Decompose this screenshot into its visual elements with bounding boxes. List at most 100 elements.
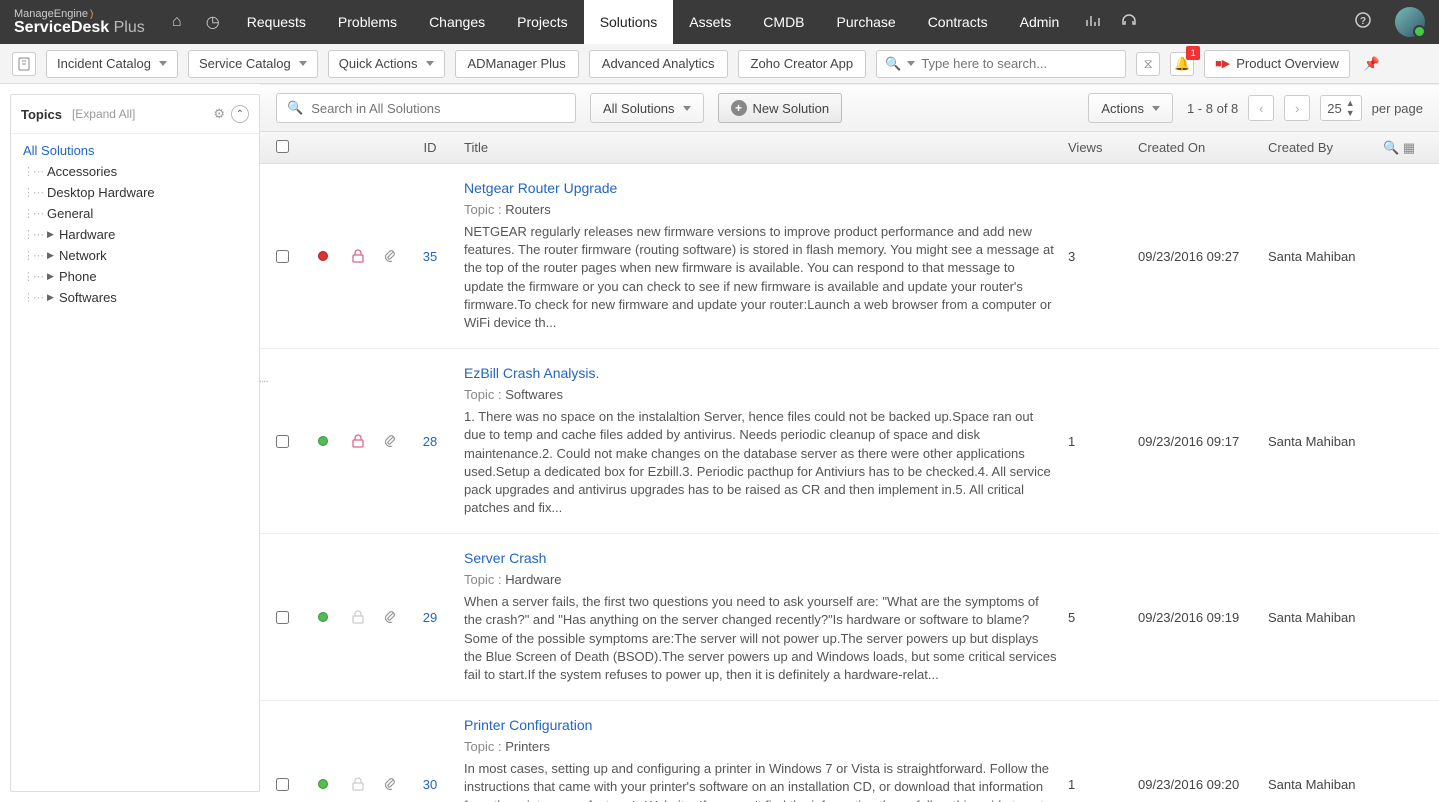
row-title-link[interactable]: EzBill Crash Analysis. xyxy=(464,365,1058,381)
col-id[interactable]: ID xyxy=(406,140,454,155)
incident-catalog-label: Incident Catalog xyxy=(57,56,151,71)
row-views: 3 xyxy=(1068,180,1138,332)
row-created-by: Santa Mahiban xyxy=(1268,180,1383,332)
topic-desktop-hardware[interactable]: ⋮⋯Desktop Hardware xyxy=(15,182,255,203)
nav-tab-changes[interactable]: Changes xyxy=(413,0,501,44)
status-dot-icon xyxy=(318,612,328,622)
zoho-creator-button[interactable]: Zoho Creator App xyxy=(738,50,867,78)
topic-hardware[interactable]: ⋮⋯▶Hardware xyxy=(15,224,255,245)
new-solution-button[interactable]: +New Solution xyxy=(718,93,843,123)
quick-actions-dropdown[interactable]: Quick Actions xyxy=(328,50,445,78)
row-views: 1 xyxy=(1068,365,1138,517)
logo-line2b: Plus xyxy=(109,19,145,36)
row-checkbox[interactable] xyxy=(276,435,289,448)
expand-all-link[interactable]: [Expand All] xyxy=(72,107,135,121)
topic-general[interactable]: ⋮⋯General xyxy=(15,203,255,224)
row-id[interactable]: 30 xyxy=(406,717,454,802)
topic-network[interactable]: ⋮⋯▶Network xyxy=(15,245,255,266)
row-id[interactable]: 35 xyxy=(406,180,454,332)
nav-tab-solutions[interactable]: Solutions xyxy=(584,0,674,44)
expand-arrow-icon: ▶ xyxy=(47,250,59,261)
row-title-link[interactable]: Netgear Router Upgrade xyxy=(464,180,1058,196)
nav-tab-purchase[interactable]: Purchase xyxy=(821,0,912,44)
lock-icon xyxy=(342,550,374,684)
topic-label: Network xyxy=(59,248,107,263)
product-overview-label: Product Overview xyxy=(1236,56,1339,71)
table-row: 30Printer ConfigurationTopic : PrintersI… xyxy=(260,701,1439,802)
recent-items-icon[interactable]: ⧖ xyxy=(1136,52,1160,76)
row-id[interactable]: 28 xyxy=(406,365,454,517)
row-title-link[interactable]: Printer Configuration xyxy=(464,717,1058,733)
row-id[interactable]: 29 xyxy=(406,550,454,684)
nav-tab-cmdb[interactable]: CMDB xyxy=(747,0,820,44)
service-catalog-dropdown[interactable]: Service Catalog xyxy=(188,50,318,78)
row-title-link[interactable]: Server Crash xyxy=(464,550,1058,566)
headset-icon[interactable] xyxy=(1111,12,1147,33)
perpage-select[interactable]: 25▲▼ xyxy=(1320,95,1361,121)
admanager-button[interactable]: ADManager Plus xyxy=(455,50,579,78)
solutions-search[interactable]: 🔍 xyxy=(276,93,576,123)
table-row: 35Netgear Router UpgradeTopic : RoutersN… xyxy=(260,164,1439,349)
column-settings-icon[interactable]: ▦ xyxy=(1403,140,1415,155)
col-title[interactable]: Title xyxy=(454,140,1068,155)
topic-softwares[interactable]: ⋮⋯▶Softwares xyxy=(15,287,255,308)
topic-all-solutions[interactable]: All Solutions xyxy=(15,140,255,161)
topic-label-prefix: Topic : xyxy=(464,739,505,754)
nav-tab-assets[interactable]: Assets xyxy=(673,0,747,44)
topic-label: Softwares xyxy=(59,290,117,305)
column-search-icon[interactable]: 🔍 xyxy=(1383,140,1399,155)
nav-tab-problems[interactable]: Problems xyxy=(322,0,413,44)
pin-icon[interactable]: 📌 xyxy=(1360,52,1384,76)
select-all-checkbox[interactable] xyxy=(276,140,289,153)
global-search[interactable]: 🔍 xyxy=(876,50,1126,78)
table-row: 28EzBill Crash Analysis.Topic : Software… xyxy=(260,349,1439,534)
product-overview-button[interactable]: ■▶ Product Overview xyxy=(1204,50,1350,78)
content-toolbar: 🔍 All Solutions +New Solution Actions 1 … xyxy=(260,84,1439,132)
filter-dropdown[interactable]: All Solutions xyxy=(590,93,704,123)
topic-phone[interactable]: ⋮⋯▶Phone xyxy=(15,266,255,287)
global-search-input[interactable] xyxy=(921,56,1117,71)
brand-logo: ManageEngine) ServiceDesk Plus xyxy=(0,9,159,36)
topic-label: All Solutions xyxy=(23,143,95,158)
tree-line-icon: ⋮⋯ xyxy=(23,165,43,178)
advanced-analytics-button[interactable]: Advanced Analytics xyxy=(589,50,728,78)
tree-line-icon: ⋮⋯ xyxy=(23,270,43,283)
topic-label: Desktop Hardware xyxy=(47,185,155,200)
row-description: In most cases, setting up and configurin… xyxy=(464,760,1058,802)
next-page-button[interactable]: › xyxy=(1284,95,1310,121)
help-icon[interactable]: ? xyxy=(1345,12,1381,33)
gear-icon[interactable]: ⚙ xyxy=(213,106,225,122)
user-avatar[interactable] xyxy=(1395,7,1425,37)
row-created-by: Santa Mahiban xyxy=(1268,717,1383,802)
prev-page-button[interactable]: ‹ xyxy=(1248,95,1274,121)
col-views[interactable]: Views xyxy=(1068,140,1138,155)
row-checkbox[interactable] xyxy=(276,778,289,791)
collapse-up-icon[interactable]: ⌃ xyxy=(231,105,249,123)
caret-down-icon xyxy=(426,61,434,66)
topic-accessories[interactable]: ⋮⋯Accessories xyxy=(15,161,255,182)
tree-line-icon: ⋮⋯ xyxy=(23,207,43,220)
actions-dropdown[interactable]: Actions xyxy=(1088,93,1173,123)
incident-catalog-dropdown[interactable]: Incident Catalog xyxy=(46,50,178,78)
row-checkbox[interactable] xyxy=(276,250,289,263)
col-created[interactable]: Created On xyxy=(1138,140,1268,155)
row-main: Server CrashTopic : HardwareWhen a serve… xyxy=(454,550,1068,684)
reports-icon[interactable] xyxy=(1075,13,1111,32)
solutions-search-input[interactable] xyxy=(311,101,565,116)
sidebar-collapse-handle[interactable]: ⦙⦙ xyxy=(257,380,269,381)
nav-tab-contracts[interactable]: Contracts xyxy=(912,0,1004,44)
row-checkbox[interactable] xyxy=(276,611,289,624)
svg-text:?: ? xyxy=(1360,16,1366,27)
col-by[interactable]: Created By xyxy=(1268,140,1383,155)
dashboard-icon[interactable]: ◷ xyxy=(195,12,231,32)
nav-tab-projects[interactable]: Projects xyxy=(501,0,584,44)
row-topic: Topic : Hardware xyxy=(464,572,1058,587)
attachment-icon xyxy=(374,180,406,332)
topic-label: Phone xyxy=(59,269,97,284)
nav-tab-admin[interactable]: Admin xyxy=(1004,0,1076,44)
search-icon: 🔍 xyxy=(287,100,303,116)
row-main: EzBill Crash Analysis.Topic : Softwares1… xyxy=(454,365,1068,517)
home-icon[interactable]: ⌂ xyxy=(159,13,195,31)
nav-tab-requests[interactable]: Requests xyxy=(231,0,322,44)
new-request-icon[interactable] xyxy=(12,52,36,76)
